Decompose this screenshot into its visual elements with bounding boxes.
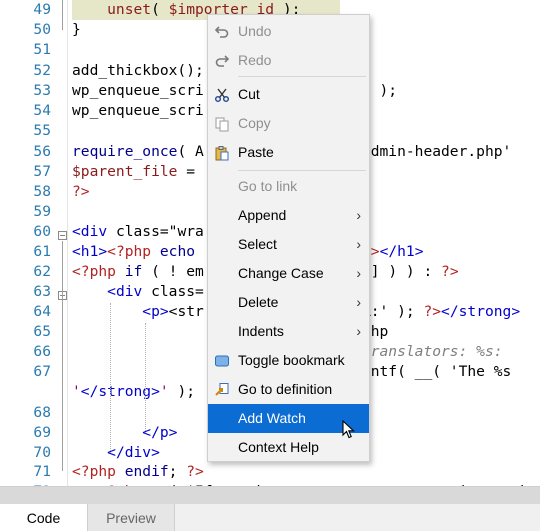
line-number: 70 <box>33 444 51 461</box>
line-number: 68 <box>33 404 51 421</box>
line-number: 58 <box>33 183 51 200</box>
menu-item-undo[interactable]: Undo <box>208 17 369 46</box>
menu-label: Indents <box>238 323 284 339</box>
line-number: 64 <box>33 303 51 320</box>
line-number: 59 <box>33 203 51 220</box>
menu-item-select[interactable]: Select › <box>208 230 369 259</box>
code-text: '</strong>' ); <box>72 383 196 400</box>
line-number: 66 <box>33 343 51 360</box>
menu-label: Context Help <box>238 439 319 455</box>
menu-item-redo[interactable]: Redo <box>208 46 369 75</box>
menu-item-go-to-link[interactable]: Go to link <box>208 172 369 201</box>
line-number: 55 <box>33 122 51 139</box>
menu-label: Go to link <box>238 178 298 194</box>
line-number: 62 <box>33 263 51 280</box>
fold-toggle-icon[interactable]: − <box>58 231 67 240</box>
undo-icon <box>214 24 230 40</box>
line-number: 52 <box>33 62 51 79</box>
line-number: 49 <box>33 1 51 18</box>
mouse-pointer-icon <box>342 419 356 440</box>
line-number: 71 <box>33 463 51 480</box>
paste-icon <box>214 145 230 161</box>
copy-icon <box>214 116 230 132</box>
menu-label: Redo <box>238 52 272 68</box>
context-menu: Undo Redo Cut Copy Paste Go to link Appe… <box>207 14 370 462</box>
editor-tab-bar: Code Preview <box>0 486 540 531</box>
indent-guide <box>145 323 146 433</box>
menu-item-copy[interactable]: Copy <box>208 109 369 138</box>
menu-label: Delete <box>238 294 279 310</box>
line-number: 67 <box>33 363 51 380</box>
line-number: 53 <box>33 82 51 99</box>
code-text: } <box>72 21 81 38</box>
code-text: add_thickbox(); <box>72 62 204 79</box>
menu-item-change-case[interactable]: Change Case › <box>208 259 369 288</box>
menu-label: Append <box>238 207 287 223</box>
code-text: <?php endif; ?> <box>72 463 204 480</box>
menu-label: Add Watch <box>238 410 306 426</box>
code-text: <div class= <box>107 283 204 300</box>
fold-line <box>62 0 63 30</box>
code-text: </div> <box>107 444 160 461</box>
chevron-right-icon: › <box>356 323 361 339</box>
code-text: <div class="wra <box>72 223 204 240</box>
menu-label: Cut <box>238 86 260 102</box>
menu-separator <box>238 76 366 77</box>
line-number: 56 <box>33 143 51 160</box>
menu-label: Go to definition <box>238 381 333 397</box>
menu-item-indents[interactable]: Indents › <box>208 317 369 346</box>
line-number: 65 <box>33 323 51 340</box>
fold-line <box>62 241 63 471</box>
chevron-right-icon: › <box>356 265 361 281</box>
bookmark-icon <box>214 353 230 369</box>
menu-label: Select <box>238 236 277 252</box>
indent-guide <box>110 303 111 453</box>
code-text: ?> <box>72 183 90 200</box>
redo-icon <box>214 53 230 69</box>
code-text: wp_enqueue_scri <box>72 102 204 119</box>
code-text: $parent_file = <box>72 163 196 180</box>
code-text: </p> <box>142 424 178 441</box>
menu-label: Paste <box>238 144 274 160</box>
chevron-right-icon: › <box>356 294 361 310</box>
menu-item-paste[interactable]: Paste <box>208 138 369 167</box>
chevron-right-icon: › <box>356 236 361 252</box>
code-line[interactable]: 71 <?php endif; ?> <box>0 462 540 482</box>
menu-label: Undo <box>238 23 272 39</box>
line-number: 57 <box>33 163 51 180</box>
menu-item-toggle-bookmark[interactable]: Toggle bookmark <box>208 346 369 375</box>
tab-preview[interactable]: Preview <box>88 504 175 531</box>
menu-item-cut[interactable]: Cut <box>208 80 369 109</box>
menu-item-append[interactable]: Append › <box>208 201 369 230</box>
menu-item-go-to-definition[interactable]: Go to definition <box>208 375 369 404</box>
line-number: 50 <box>33 21 51 38</box>
line-number: 63 <box>33 283 51 300</box>
goto-definition-icon <box>214 382 230 398</box>
tab-code[interactable]: Code <box>0 504 88 531</box>
menu-label: Change Case <box>238 265 324 281</box>
menu-label: Toggle bookmark <box>238 352 345 368</box>
menu-label: Copy <box>238 115 271 131</box>
line-number: 69 <box>33 424 51 441</box>
line-number: 54 <box>33 102 51 119</box>
line-number: 61 <box>33 243 51 260</box>
line-number: 60 <box>33 223 51 240</box>
chevron-right-icon: › <box>356 207 361 223</box>
scissors-icon <box>214 87 230 103</box>
menu-item-delete[interactable]: Delete › <box>208 288 369 317</box>
line-number: 51 <box>33 41 51 58</box>
menu-separator <box>238 170 366 171</box>
horizontal-scrollbar[interactable] <box>0 487 540 504</box>
